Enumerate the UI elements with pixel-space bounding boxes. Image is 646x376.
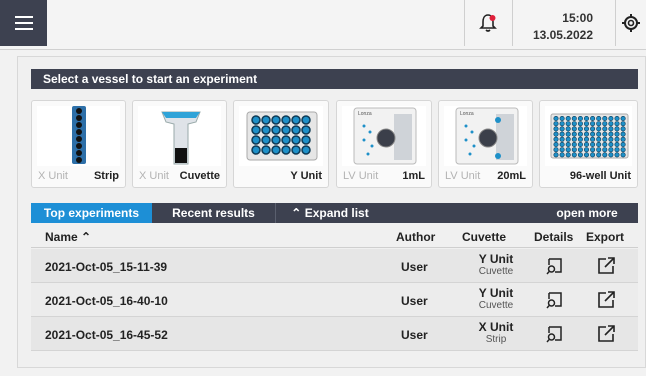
- table-row[interactable]: 2021-Oct-05_16-40-10 User Y Unit Cuvette: [31, 283, 638, 317]
- menu-button[interactable]: [0, 0, 47, 46]
- details-search-icon: [546, 258, 562, 275]
- vessel-y-unit[interactable]: Y Unit: [233, 100, 329, 188]
- details-search-icon: [546, 326, 562, 343]
- bell-icon: [479, 14, 497, 32]
- column-header-name-label: Name: [45, 230, 78, 244]
- vessel-image: [239, 106, 323, 166]
- cuvette-unit: X Unit: [478, 320, 514, 334]
- sort-ascending-icon: ⌃: [81, 230, 92, 244]
- external-link-icon: [598, 291, 615, 308]
- expand-list-label: Expand list: [304, 206, 369, 220]
- cuvette-type: Strip: [485, 334, 507, 345]
- notification-button[interactable]: [464, 0, 511, 46]
- column-header-cuvette: Cuvette: [462, 230, 507, 244]
- export-button[interactable]: [596, 324, 616, 344]
- table-header: Name ⌃ Author Cuvette Details Export: [31, 226, 638, 248]
- details-button[interactable]: [545, 290, 565, 310]
- chevron-up-icon: ⌃: [291, 206, 302, 220]
- cuvette-type: Cuvette: [478, 266, 514, 277]
- lonza-logo-text: Lonza: [358, 111, 372, 117]
- vessel-x-unit-strip[interactable]: X Unit Strip: [31, 100, 126, 188]
- experiment-author: User: [401, 328, 428, 342]
- experiment-cuvette: X Unit Strip: [451, 320, 541, 345]
- column-header-export: Export: [586, 230, 625, 244]
- experiment-name: 2021-Oct-05_16-45-52: [45, 328, 168, 342]
- vessel-image: Lonza: [444, 106, 527, 166]
- details-button[interactable]: [545, 324, 565, 344]
- table-row[interactable]: 2021-Oct-05_15-11-39 User Y Unit Cuvette: [31, 249, 638, 283]
- vessel-type-label: 96-well Unit: [569, 170, 631, 182]
- tab-recent-results[interactable]: Recent results: [152, 203, 275, 223]
- vessel-unit-label: X Unit: [139, 170, 169, 182]
- vessel-unit-label: LV Unit: [343, 170, 379, 182]
- vessel-image: [545, 106, 632, 166]
- vessel-image: [37, 106, 120, 166]
- menu-icon-line: [14, 16, 33, 18]
- external-link-icon: [598, 325, 615, 342]
- clock-time: 15:00: [562, 11, 593, 25]
- menu-icon-line: [14, 22, 33, 24]
- gear-icon: [622, 14, 640, 32]
- column-header-name[interactable]: Name ⌃: [45, 230, 91, 244]
- experiment-name: 2021-Oct-05_16-40-10: [45, 294, 168, 308]
- export-button[interactable]: [596, 256, 616, 276]
- vessel-type-label: 1mL: [402, 170, 425, 182]
- top-bar: 15:00 13.05.2022: [0, 0, 646, 50]
- vessel-selector: X Unit Strip X Unit Cuvette Y Unit Lonza…: [31, 100, 638, 188]
- experiment-cuvette: Y Unit Cuvette: [451, 286, 541, 311]
- clock-display: 15:00 13.05.2022: [512, 0, 615, 46]
- vessel-type-label: Cuvette: [179, 170, 220, 182]
- menu-icon-line: [14, 28, 33, 30]
- expand-list-button[interactable]: ⌃ Expand list: [275, 203, 384, 223]
- details-search-icon: [546, 292, 562, 309]
- vessel-type-label: Y Unit: [290, 170, 322, 182]
- lonza-logo-text: Lonza: [460, 111, 474, 117]
- vessel-lv-unit-20ml[interactable]: Lonza LV Unit 20mL: [438, 100, 533, 188]
- clock-date: 13.05.2022: [532, 28, 593, 42]
- experiment-cuvette: Y Unit Cuvette: [451, 252, 541, 277]
- vessel-image: Lonza: [342, 106, 426, 166]
- vessel-unit-label: LV Unit: [445, 170, 481, 182]
- cuvette-unit: Y Unit: [478, 252, 514, 266]
- vessel-type-label: Strip: [93, 170, 119, 182]
- cuvette-type: Cuvette: [478, 300, 514, 311]
- settings-button[interactable]: [615, 0, 646, 46]
- external-link-icon: [598, 257, 615, 274]
- vessel-type-label: 20mL: [497, 170, 526, 182]
- vessel-96-well-unit[interactable]: 96-well Unit: [539, 100, 638, 188]
- tab-top-experiments[interactable]: Top experiments: [31, 203, 152, 223]
- open-more-button[interactable]: open more: [536, 203, 638, 223]
- experiment-author: User: [401, 294, 428, 308]
- column-header-author: Author: [396, 230, 436, 244]
- vessel-section-header: Select a vessel to start an experiment: [31, 69, 638, 89]
- vessel-unit-label: X Unit: [38, 170, 68, 182]
- details-button[interactable]: [545, 256, 565, 276]
- export-button[interactable]: [596, 290, 616, 310]
- app-window: 15:00 13.05.2022 Select a vessel to star…: [0, 0, 646, 376]
- table-row[interactable]: 2021-Oct-05_16-45-52 User X Unit Strip: [31, 317, 638, 351]
- vessel-x-unit-cuvette[interactable]: X Unit Cuvette: [132, 100, 227, 188]
- vessel-image: [138, 106, 221, 166]
- experiments-tab-bar: Top experiments Recent results ⌃ Expand …: [31, 203, 638, 223]
- column-header-details: Details: [534, 230, 574, 244]
- experiment-author: User: [401, 260, 428, 274]
- experiment-name: 2021-Oct-05_15-11-39: [45, 260, 168, 274]
- cuvette-unit: Y Unit: [478, 286, 514, 300]
- vessel-lv-unit-1ml[interactable]: Lonza LV Unit 1mL: [336, 100, 432, 188]
